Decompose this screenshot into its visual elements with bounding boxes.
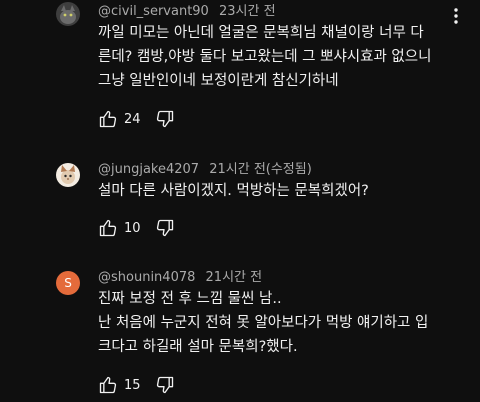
comment-meta: @shounin4078 21시간 전 bbox=[98, 269, 262, 287]
dislike-button[interactable] bbox=[155, 107, 175, 131]
comment-meta: @jungjake4207 21시간 전(수정됨) bbox=[98, 161, 312, 179]
comment-text-line: 까일 미모는 아닌데 얼굴은 문복희님 채널이랑 너무 다 bbox=[98, 25, 424, 41]
like-button[interactable] bbox=[98, 216, 118, 240]
like-count: 24 bbox=[124, 111, 141, 127]
more-vertical-icon bbox=[454, 8, 458, 24]
comment-time[interactable]: 21시간 전 bbox=[206, 270, 263, 285]
comment-text-line: 른데? 캠방,야방 둘다 보고왔는데 그 뽀샤시효과 없으니 bbox=[98, 49, 432, 65]
comment-meta: @civil_servant90 23시간 전 bbox=[98, 3, 276, 21]
thumbs-up-icon bbox=[99, 219, 117, 237]
comment-text-line: 크다고 하길래 설마 문복희?했다. bbox=[98, 339, 298, 355]
comment-text-line: 난 처음에 누군지 전혀 못 알아보다가 먹방 얘기하고 입 bbox=[98, 315, 429, 331]
thumbs-up-icon bbox=[99, 376, 117, 394]
author-handle[interactable]: @shounin4078 bbox=[98, 270, 195, 285]
like-button[interactable] bbox=[98, 373, 118, 397]
thumbs-down-icon bbox=[156, 219, 173, 237]
avatar[interactable] bbox=[56, 2, 80, 26]
avatar-letter: S bbox=[64, 276, 72, 290]
comment-text-line: 진짜 보정 전 후 느낌 물씬 남.. bbox=[98, 291, 282, 307]
comment-menu-button[interactable] bbox=[444, 4, 468, 28]
like-count: 10 bbox=[124, 220, 141, 236]
avatar[interactable] bbox=[56, 163, 80, 187]
cat-photo-avatar bbox=[56, 163, 80, 187]
comment-text-line: 그냥 일반인이네 보정이란게 참신기하네 bbox=[98, 73, 339, 89]
thumbs-down-icon bbox=[156, 376, 173, 394]
comment-actions: 10 bbox=[98, 216, 175, 240]
dislike-button[interactable] bbox=[155, 216, 175, 240]
dislike-button[interactable] bbox=[155, 373, 175, 397]
like-button[interactable] bbox=[98, 107, 118, 131]
thumbs-down-icon bbox=[156, 110, 173, 128]
comment-actions: 15 bbox=[98, 373, 175, 397]
avatar[interactable]: S bbox=[56, 271, 80, 295]
comment-time[interactable]: 23시간 전 bbox=[219, 4, 276, 19]
like-count: 15 bbox=[124, 377, 141, 393]
cat-photo-avatar bbox=[56, 2, 80, 26]
comment-time[interactable]: 21시간 전(수정됨) bbox=[209, 162, 312, 177]
comment-actions: 24 bbox=[98, 107, 175, 131]
comment-text-line: 설마 다른 사람이겠지. 먹방하는 문복희겠어? bbox=[98, 183, 369, 199]
author-handle[interactable]: @civil_servant90 bbox=[98, 4, 209, 19]
thumbs-up-icon bbox=[99, 110, 117, 128]
author-handle[interactable]: @jungjake4207 bbox=[98, 162, 199, 177]
